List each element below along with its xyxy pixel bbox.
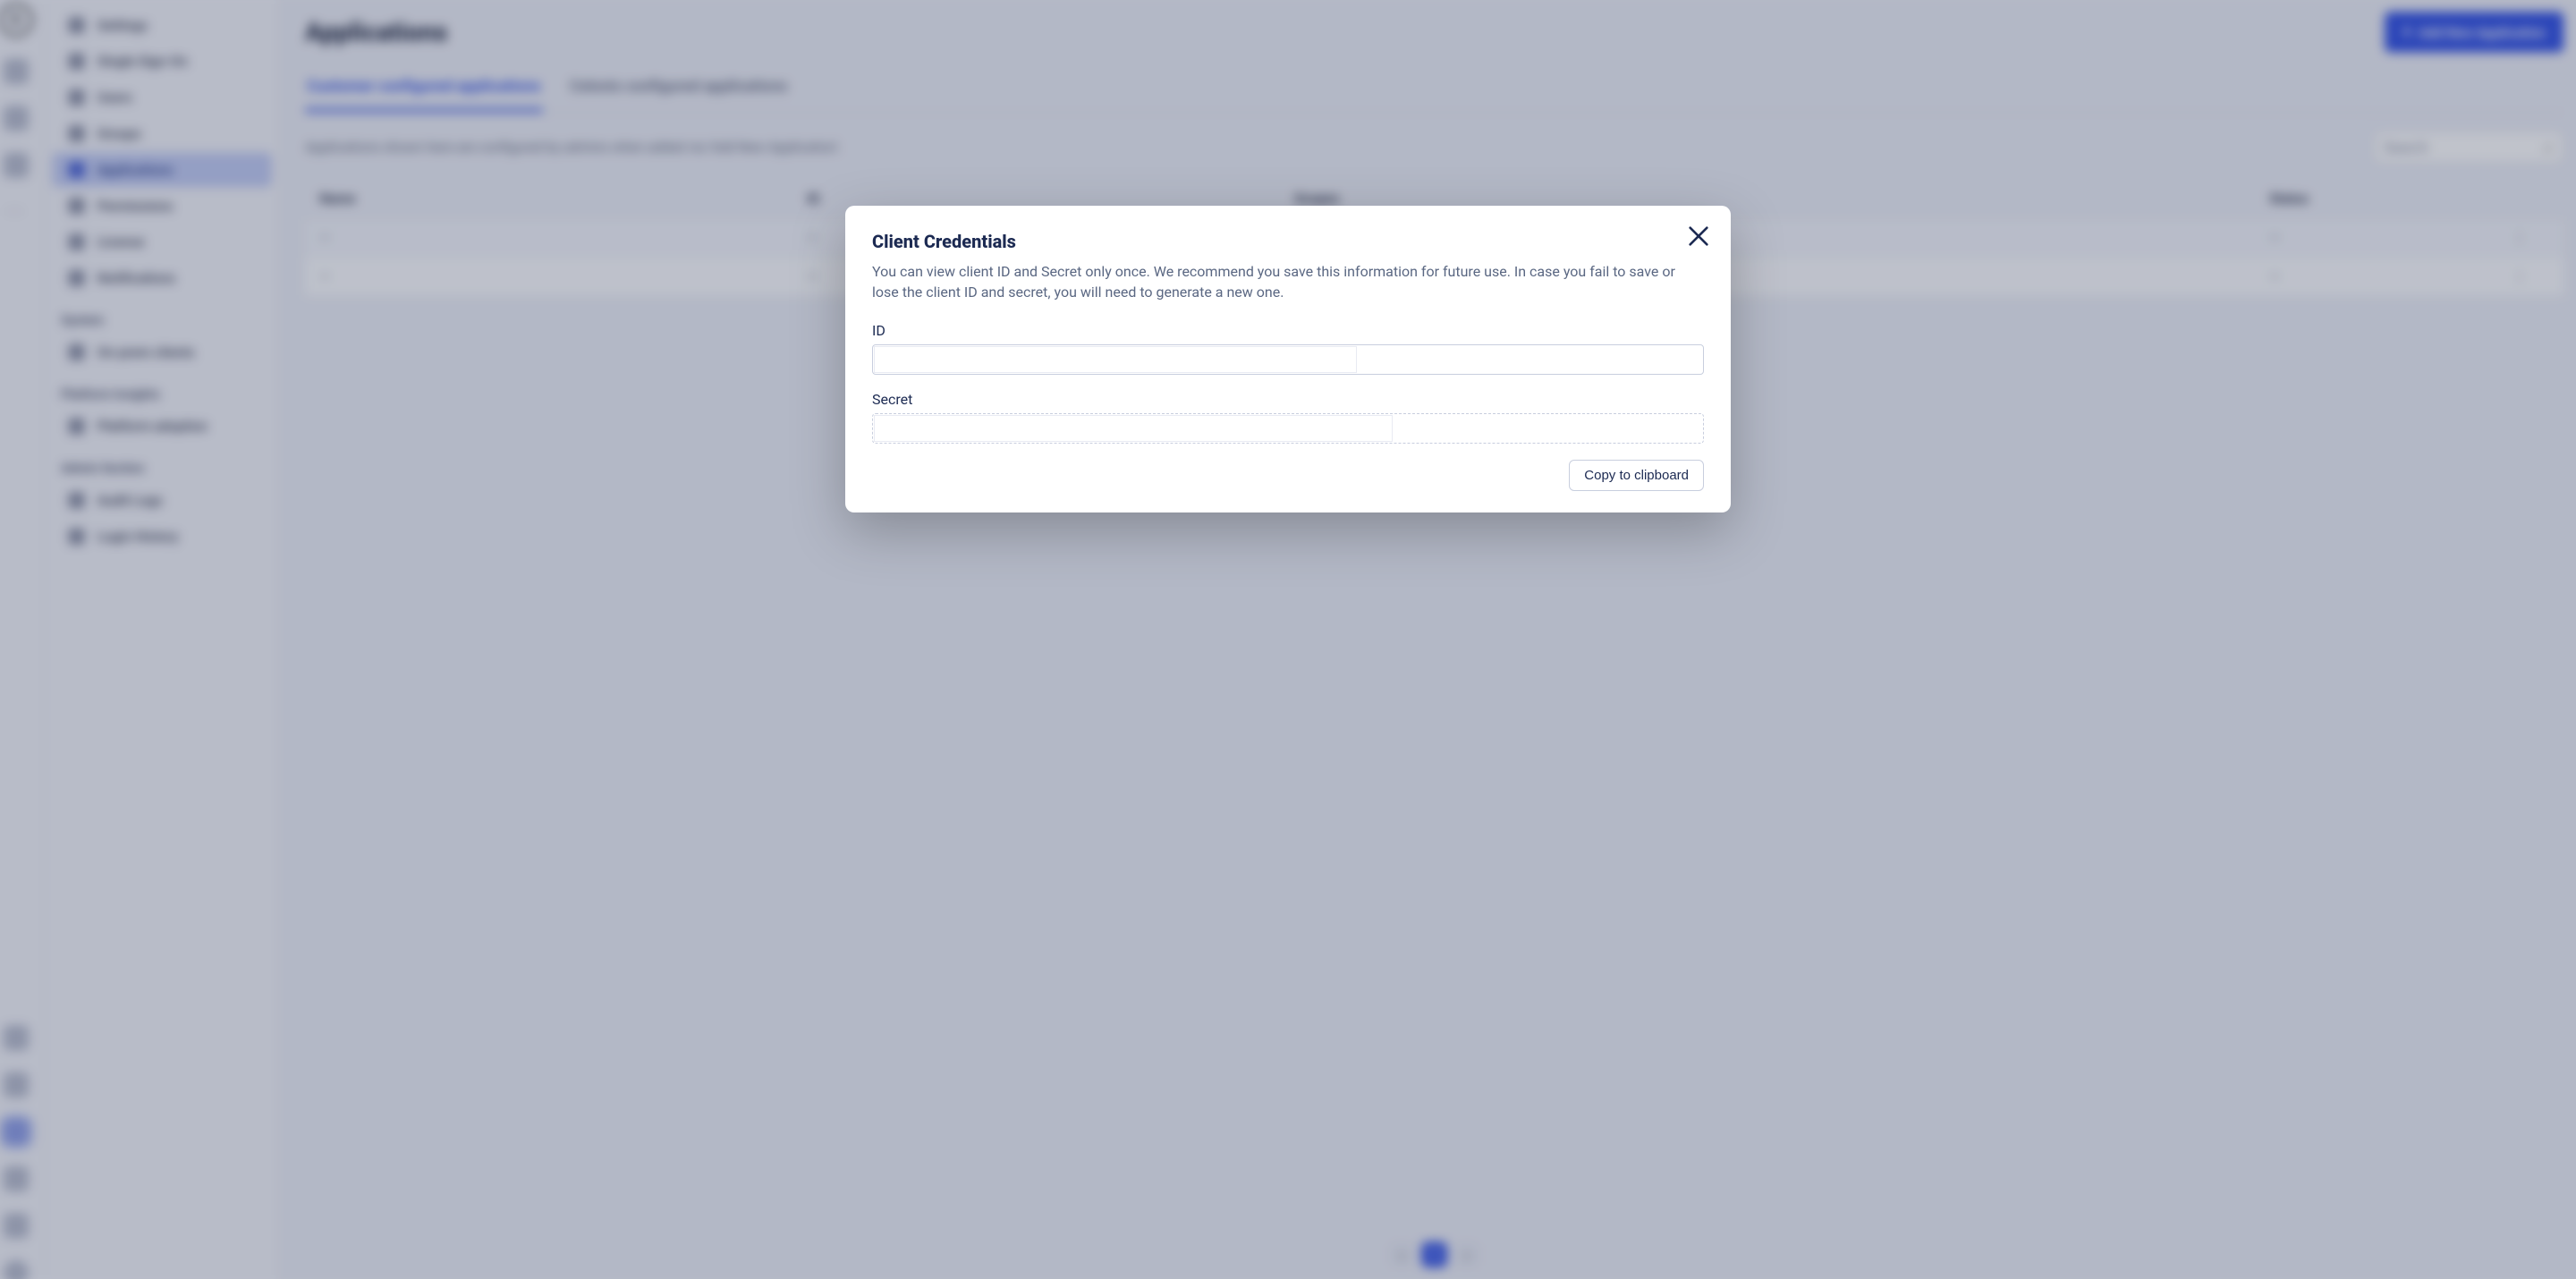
close-icon[interactable] bbox=[1686, 224, 1711, 249]
modal-description: You can view client ID and Secret only o… bbox=[872, 261, 1695, 302]
copy-to-clipboard-button[interactable]: Copy to clipboard bbox=[1569, 460, 1704, 491]
client-secret-field[interactable] bbox=[872, 413, 1704, 444]
id-label: ID bbox=[872, 322, 1704, 339]
redacted-content bbox=[874, 415, 1393, 442]
client-id-field[interactable] bbox=[872, 344, 1704, 375]
client-credentials-modal: Client Credentials You can view client I… bbox=[845, 206, 1731, 512]
secret-label: Secret bbox=[872, 391, 1704, 408]
redacted-content bbox=[874, 346, 1357, 373]
modal-title: Client Credentials bbox=[872, 231, 1704, 252]
modal-overlay[interactable]: Client Credentials You can view client I… bbox=[0, 0, 2576, 1279]
